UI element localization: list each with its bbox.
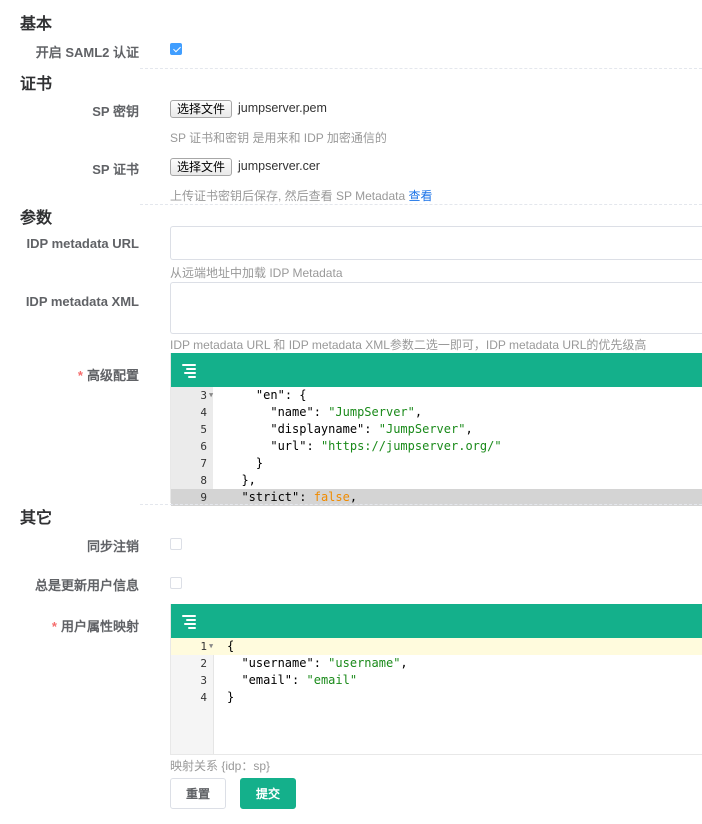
- submit-button[interactable]: 提交: [240, 778, 296, 809]
- sp-cert-choose-file-button[interactable]: 选择文件: [170, 158, 233, 176]
- advanced-config-label: * 高级配置: [78, 365, 139, 384]
- code-line: 4 "name": "JumpServer",: [171, 404, 702, 421]
- code-line: 2 "username": "username",: [171, 655, 702, 672]
- code-text: "url": "https://jumpserver.org/": [270, 439, 502, 453]
- sp-key-help: SP 证书和密钥 是用来和 IDP 加密通信的: [170, 131, 387, 145]
- enable-saml2-checkbox[interactable]: [170, 43, 182, 55]
- line-number: 6: [200, 440, 207, 453]
- idp-metadata-url-help: 从远端地址中加载 IDP Metadata: [170, 266, 343, 280]
- line-number: 4: [200, 406, 207, 419]
- section-title-params: 参数: [20, 210, 53, 227]
- idp-metadata-xml-textarea[interactable]: [170, 282, 702, 334]
- idp-metadata-xml-label: IDP metadata XML: [25, 294, 139, 309]
- user-attr-mapping-help: 映射关系 {idp：sp}: [170, 759, 271, 773]
- code-text: }: [227, 456, 264, 470]
- code-text: "name": "JumpServer",: [270, 405, 423, 419]
- section-title-cert: 证书: [20, 76, 53, 93]
- view-metadata-link[interactable]: 查看: [409, 189, 433, 203]
- code-text: {: [227, 639, 235, 653]
- sp-key-choose-file-button[interactable]: 选择文件: [170, 100, 233, 118]
- idp-metadata-url-input[interactable]: [170, 226, 702, 260]
- code-text: "displayname": "JumpServer",: [270, 422, 473, 436]
- advanced-config-editor-toolbar: [171, 353, 702, 387]
- required-mark: *: [77, 368, 83, 383]
- always-update-user-label: 总是更新用户信息: [34, 578, 139, 593]
- advanced-config-label-text: 高级配置: [86, 368, 139, 383]
- advanced-config-editor[interactable]: 3 ▼ "en": {4 "name": "JumpServer", 5 "disp…: [170, 353, 702, 506]
- sp-key-file-name: jumpserver.pem: [238, 101, 327, 115]
- line-number: 5: [200, 423, 207, 436]
- code-line: 8 },: [171, 472, 702, 489]
- fold-arrow-icon[interactable]: ▼: [209, 638, 213, 655]
- sp-key-label: SP 密钥: [92, 104, 139, 119]
- menu-format-icon[interactable]: [181, 363, 197, 378]
- enable-saml2-label: 开启 SAML2 认证: [35, 45, 139, 60]
- sync-logout-checkbox[interactable]: [170, 538, 182, 550]
- section-title-basic: 基本: [20, 16, 53, 33]
- line-number: 1: [200, 640, 207, 653]
- required-mark: *: [51, 619, 57, 634]
- code-line: 3 "email": "email": [171, 672, 702, 689]
- line-number: 4: [200, 691, 207, 704]
- line-number: 3: [200, 674, 207, 687]
- code-line: 6 "url": "https://jumpserver.org/": [171, 438, 702, 455]
- fold-arrow-icon[interactable]: ▼: [209, 387, 213, 404]
- code-text: },: [227, 473, 256, 487]
- sp-cert-file-name: jumpserver.cer: [238, 159, 320, 173]
- user-attr-mapping-editor-toolbar: [171, 604, 702, 638]
- sp-cert-help: 上传证书密钥后保存, 然后查看 SP Metadata 查看: [170, 187, 433, 204]
- idp-metadata-url-label: IDP metadata URL: [26, 236, 139, 251]
- code-line: 5 "displayname": "JumpServer",: [171, 421, 702, 438]
- code-text: }: [227, 690, 235, 704]
- line-number: 3: [200, 389, 207, 402]
- user-attr-mapping-editor[interactable]: 1 ▼{2 "username": "username", 3 "email": "…: [170, 604, 702, 755]
- divider: [140, 68, 702, 69]
- reset-button[interactable]: 重置: [170, 778, 226, 809]
- line-number: 8: [200, 474, 207, 487]
- divider: [140, 204, 702, 205]
- section-title-other: 其它: [20, 510, 53, 527]
- idp-metadata-xml-help: IDP metadata URL 和 IDP metadata XML参数二选一…: [170, 338, 647, 352]
- sp-cert-label: SP 证书: [92, 162, 139, 177]
- code-text: "email": "email": [241, 673, 358, 687]
- sync-logout-label: 同步注销: [86, 539, 139, 554]
- line-number: 7: [200, 457, 207, 470]
- code-text: "username": "username",: [241, 656, 408, 670]
- always-update-user-checkbox[interactable]: [170, 577, 182, 589]
- sp-cert-help-text: 上传证书密钥后保存, 然后查看 SP Metadata: [170, 189, 406, 203]
- code-line: 4}: [171, 689, 702, 706]
- menu-format-icon[interactable]: [181, 614, 197, 629]
- divider: [140, 504, 702, 505]
- code-text: "en": {: [255, 388, 307, 402]
- code-line: 7 }: [171, 455, 702, 472]
- code-line: 1 ▼ {: [171, 638, 702, 655]
- code-line: 3 ▼ "en": {: [171, 387, 702, 404]
- line-number: 2: [200, 657, 207, 670]
- user-attr-mapping-label: * 用户属性映射: [52, 616, 139, 635]
- user-attr-mapping-label-text: 用户属性映射: [60, 619, 139, 634]
